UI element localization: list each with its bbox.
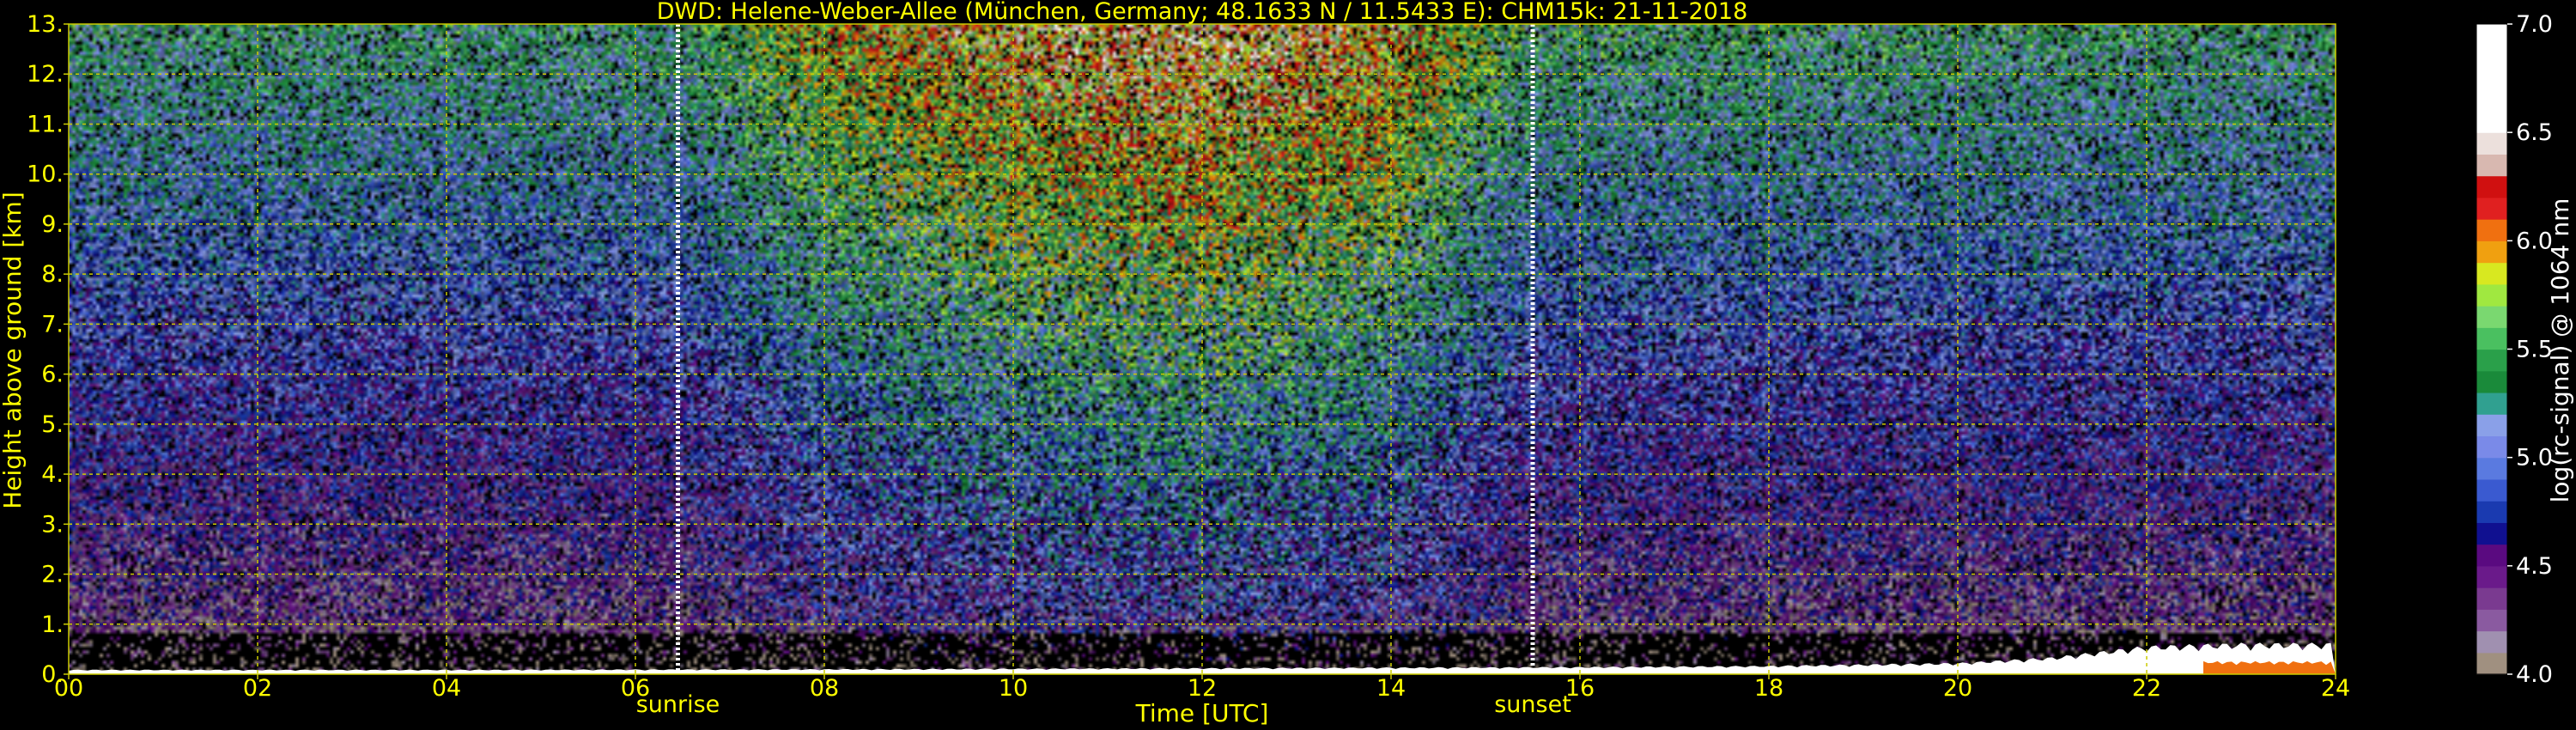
x-tick-label: 12: [1188, 675, 1217, 702]
colorbar-segment: [2476, 370, 2507, 393]
colorbar-segment: [2476, 110, 2507, 133]
colorbar-segment: [2476, 392, 2507, 415]
colorbar-segment: [2476, 478, 2507, 502]
colorbar-segment: [2476, 349, 2507, 372]
colorbar-tick-label: 6.5: [2516, 119, 2553, 146]
colorbar-segment: [2476, 501, 2507, 523]
colorbar-segment: [2476, 522, 2507, 545]
chart-title: DWD: Helene-Weber-Allee (München, German…: [657, 0, 1748, 25]
y-tick-label: 7.: [41, 311, 64, 338]
colorbar-segment: [2476, 544, 2507, 567]
x-tick-label: 10: [999, 675, 1028, 702]
x-tick-label: 22: [2132, 675, 2161, 702]
colorbar-segment: [2476, 154, 2507, 177]
y-tick-label: 9.: [41, 211, 64, 238]
colorbar-tick-label: 4.5: [2516, 553, 2553, 580]
y-axis-label: Height above ground [km]: [0, 192, 27, 509]
y-tick-label: 8.: [41, 261, 64, 288]
colorbar-segment: [2476, 46, 2507, 69]
colorbar-segment: [2476, 435, 2507, 459]
colorbar-segment: [2476, 175, 2507, 198]
colorbar-segment: [2476, 414, 2507, 437]
y-tick-label: 12.: [27, 61, 64, 88]
lidar-ceilometer-chart: 00 02 04 06 08 10 12 14 16 18 20 22 24 0.1.2.3.4.5.6…: [0, 0, 2576, 730]
colorbar-segment: [2476, 219, 2507, 241]
colorbar-segment: [2476, 327, 2507, 350]
x-tick-label: 08: [810, 675, 839, 702]
y-tick-label: 11.: [27, 111, 64, 137]
colorbar-segment: [2476, 88, 2507, 112]
x-tick-label: 20: [1943, 675, 1972, 702]
y-tick-label: 4.: [41, 461, 64, 488]
sun-marker-label: sunrise: [636, 691, 720, 718]
y-tick-label: 2.: [41, 562, 64, 588]
colorbar-segment: [2476, 630, 2507, 654]
x-tick-label: 24: [2321, 675, 2350, 702]
colorbar-segment: [2476, 565, 2507, 588]
colorbar-tick-label: 4.0: [2516, 661, 2553, 688]
x-tick-label: 18: [1754, 675, 1783, 702]
colorbar-segment: [2476, 587, 2507, 610]
sun-marker-label: sunset: [1494, 691, 1571, 718]
colorbar-segment: [2476, 197, 2507, 220]
colorbar-segment: [2476, 132, 2507, 155]
x-tick-label: 04: [432, 675, 461, 702]
y-tick-label: 5.: [41, 411, 64, 438]
y-tick-label: 10.: [27, 161, 64, 188]
colorbar-segment: [2476, 306, 2507, 328]
colorbar-segment: [2476, 240, 2507, 264]
colorbar-segment: [2476, 262, 2507, 285]
y-tick-label: 6.: [41, 362, 64, 388]
colorbar-segment: [2476, 67, 2507, 90]
y-tick-label: 13.: [27, 11, 64, 38]
x-tick-label: 02: [243, 675, 272, 702]
colorbar-segment: [2476, 652, 2507, 675]
y-tick-label: 0.: [41, 661, 64, 688]
x-tick-label: 14: [1376, 675, 1406, 702]
y-tick-label: 1.: [41, 611, 64, 638]
colorbar-segment: [2476, 283, 2507, 307]
colorbar-tick-label: 7.0: [2516, 11, 2553, 38]
colorbar-segment: [2476, 24, 2507, 46]
colorbar-label: log(rc-signal) @ 1064 nm: [2546, 198, 2574, 503]
y-tick-label: 3.: [41, 511, 64, 538]
x-axis-label: Time [UTC]: [1135, 699, 1269, 727]
colorbar-segment: [2476, 609, 2507, 632]
colorbar-segment: [2476, 457, 2507, 480]
